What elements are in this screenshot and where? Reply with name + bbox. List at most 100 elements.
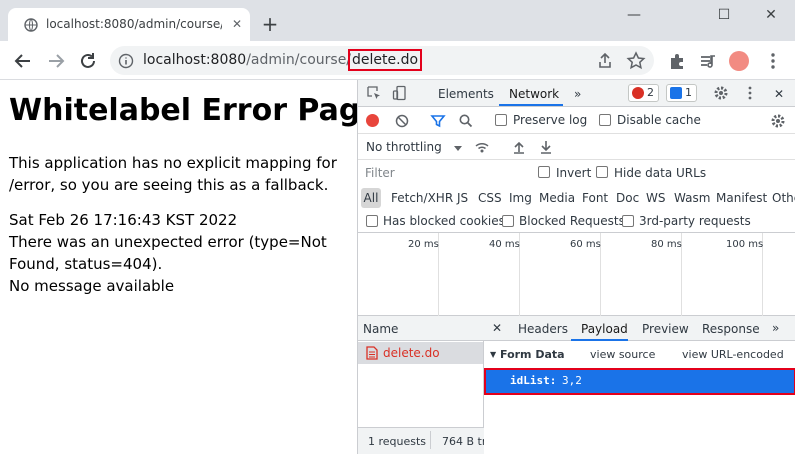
url-highlight: delete.do: [348, 49, 423, 71]
chevron-down-icon[interactable]: [450, 140, 466, 156]
filter-funnel-icon[interactable]: [430, 113, 446, 129]
inspect-element-icon[interactable]: [366, 85, 382, 101]
type-filter-css[interactable]: CSS: [478, 191, 502, 205]
address-bar[interactable]: localhost:8080/admin/course/delete.do: [110, 46, 654, 75]
minimize-button[interactable]: —: [622, 5, 646, 25]
export-har-icon[interactable]: [538, 139, 554, 155]
network-toolbar: Preserve log Disable cache: [358, 107, 795, 134]
triangle-down-icon[interactable]: ▼: [490, 350, 496, 359]
detail-close-icon[interactable]: ✕: [492, 321, 502, 335]
fallback-paragraph: This application has no explicit mapping…: [9, 154, 337, 194]
share-icon[interactable]: [594, 50, 616, 72]
url-path: /admin/course/: [246, 52, 352, 68]
devtools-menu-icon[interactable]: [742, 85, 758, 101]
device-toolbar-icon[interactable]: [392, 85, 408, 101]
tab-elements[interactable]: Elements: [438, 87, 494, 101]
url-text: localhost:8080/admin/course/delete.do: [143, 49, 423, 71]
menu-kebab-icon[interactable]: [762, 50, 784, 72]
globe-icon: [24, 18, 38, 32]
network-settings-gear-icon[interactable]: [770, 113, 786, 129]
type-filter-js[interactable]: JS: [457, 191, 468, 205]
error-message: No message available: [9, 277, 175, 295]
error-count: 2: [647, 86, 654, 99]
devtools-close-icon[interactable]: ✕: [774, 87, 784, 101]
record-button[interactable]: [366, 114, 379, 127]
browser-toolbar: localhost:8080/admin/course/delete.do: [0, 41, 795, 80]
disable-cache-label: Disable cache: [617, 113, 701, 127]
type-filter-doc[interactable]: Doc: [616, 191, 639, 205]
new-tab-button[interactable]: +: [260, 14, 280, 34]
form-data-section: ▼ Form Data view source view URL-encoded: [484, 342, 795, 368]
devtools-tabbar: Elements Network » 2 1 ✕: [358, 80, 795, 107]
payload-value: 3,2: [562, 374, 582, 387]
type-filter-all[interactable]: All: [361, 188, 381, 208]
message-icon: [670, 87, 682, 99]
blocked-cookies-checkbox[interactable]: [366, 215, 378, 227]
type-filter-ws[interactable]: WS: [646, 191, 665, 205]
tab-response[interactable]: Response: [702, 322, 760, 336]
invert-checkbox[interactable]: [538, 166, 550, 178]
devtools-panel: Elements Network » 2 1 ✕ Preserve log Di…: [357, 80, 795, 454]
close-window-button[interactable]: ✕: [759, 5, 783, 25]
type-filter-media[interactable]: Media: [539, 191, 575, 205]
filter-input[interactable]: Filter: [361, 163, 526, 183]
detail-more-tabs-icon[interactable]: »: [772, 321, 779, 335]
filter-row: Filter Invert Hide data URLs: [358, 160, 795, 186]
hide-data-urls-checkbox[interactable]: [596, 166, 608, 178]
type-filter-fetch-xhr[interactable]: Fetch/XHR: [391, 191, 453, 205]
view-url-encoded-link[interactable]: view URL-encoded: [682, 348, 784, 361]
tab-headers[interactable]: Headers: [518, 322, 568, 336]
blocked-cookies-label: Has blocked cookies: [383, 214, 505, 228]
forward-arrow-icon[interactable]: [45, 50, 67, 72]
network-conditions-icon[interactable]: [474, 139, 490, 155]
form-data-label[interactable]: Form Data: [500, 348, 565, 361]
timeline-label: 20 ms: [408, 239, 439, 250]
type-filter-manifest[interactable]: Manifest: [716, 191, 767, 205]
blocked-filters-row: Has blocked cookies Blocked Requests 3rd…: [358, 210, 795, 233]
disable-cache-checkbox[interactable]: [599, 114, 611, 126]
more-tabs-icon[interactable]: »: [574, 87, 581, 101]
extensions-puzzle-icon[interactable]: [666, 50, 688, 72]
request-row[interactable]: delete.do: [358, 342, 483, 364]
type-filter-other[interactable]: Other: [772, 191, 795, 205]
browser-tab[interactable]: localhost:8080/admin/course/de ✕: [8, 8, 250, 41]
type-filter-font[interactable]: Font: [582, 191, 608, 205]
import-har-icon[interactable]: [511, 139, 527, 155]
name-column-header[interactable]: Name: [363, 322, 398, 336]
throttling-row: No throttling: [358, 134, 795, 160]
throttling-select[interactable]: No throttling: [366, 140, 442, 154]
preserve-log-checkbox[interactable]: [495, 114, 507, 126]
search-icon[interactable]: [458, 113, 474, 129]
timeline-label: 40 ms: [489, 239, 520, 250]
settings-gear-icon[interactable]: [713, 85, 729, 101]
third-party-checkbox[interactable]: [622, 215, 634, 227]
info-icon[interactable]: [118, 53, 134, 69]
media-queue-icon[interactable]: [697, 50, 719, 72]
payload-row-selected[interactable]: idList: 3,2: [484, 368, 795, 395]
network-timeline[interactable]: 20 ms 40 ms 60 ms 80 ms 100 ms: [358, 233, 795, 316]
preserve-log-label: Preserve log: [513, 113, 588, 127]
type-filter-wasm[interactable]: Wasm: [674, 191, 710, 205]
message-count-badge[interactable]: 1: [666, 84, 697, 102]
bookmark-star-icon[interactable]: [625, 50, 647, 72]
timeline-label: 80 ms: [651, 239, 682, 250]
profile-avatar[interactable]: [729, 51, 749, 71]
active-tab-indicator: [499, 104, 563, 106]
tab-preview[interactable]: Preview: [642, 322, 689, 336]
back-arrow-icon[interactable]: [12, 50, 34, 72]
error-type: There was an unexpected error (type=Not …: [9, 233, 327, 273]
error-icon: [632, 87, 644, 99]
clear-icon[interactable]: [394, 113, 410, 129]
error-count-badge[interactable]: 2: [628, 84, 659, 102]
type-filter-img[interactable]: Img: [509, 191, 532, 205]
view-source-link[interactable]: view source: [590, 348, 655, 361]
reload-icon[interactable]: [77, 50, 99, 72]
maximize-button[interactable]: ☐: [712, 5, 736, 25]
tab-network[interactable]: Network: [509, 87, 559, 101]
request-name: delete.do: [383, 346, 440, 360]
tab-close-icon[interactable]: ✕: [230, 17, 244, 31]
blocked-requests-checkbox[interactable]: [502, 215, 514, 227]
request-detail-pane: ✕ Headers Payload Preview Response » ▼ F…: [484, 316, 795, 454]
tab-payload[interactable]: Payload: [581, 322, 628, 336]
error-timestamp: Sat Feb 26 17:16:43 KST 2022: [9, 211, 238, 229]
